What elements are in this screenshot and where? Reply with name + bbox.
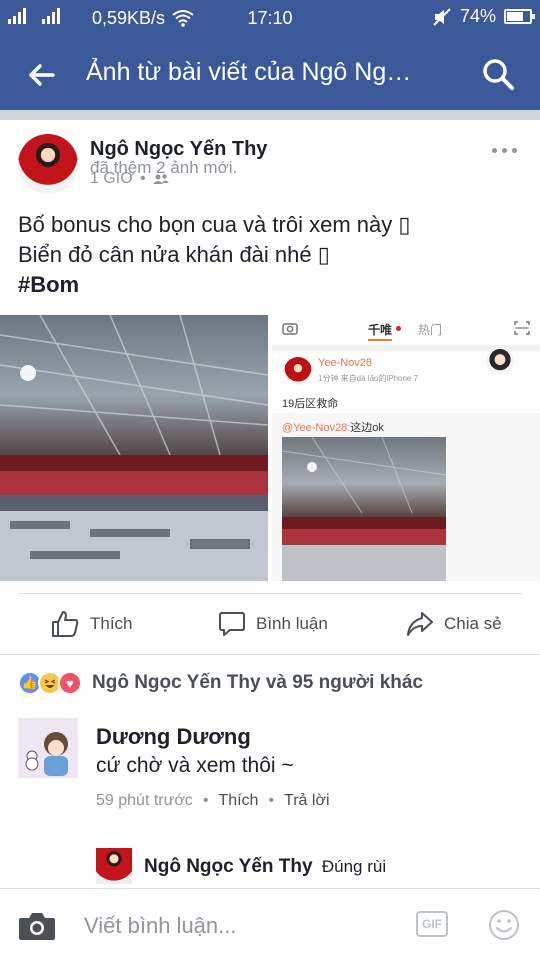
comment-reply-link[interactable]: Trả lời [284, 792, 329, 810]
screenshot-user-avatar [284, 357, 312, 385]
screenshot-post-text: 19后区救命 [282, 398, 339, 410]
reply-author-avatar[interactable] [96, 848, 132, 884]
comment-bubble-icon [219, 612, 245, 636]
status-bar: 0,59KB/s 17:10 74% [0, 0, 540, 38]
battery-percent: 74% [459, 6, 496, 26]
love-reaction-icon: ♥ [58, 671, 82, 695]
post-action-text: đã thêm 2 ảnh mới. [90, 158, 238, 177]
comment-label: Bình luận [256, 614, 328, 633]
hashtag-link[interactable]: #Bom [18, 270, 528, 300]
share-button[interactable]: Chia sẻ [406, 594, 502, 654]
reply: Ngô Ngọc Yến Thy Đúng rùi [144, 856, 386, 878]
status-right: 74% [432, 6, 535, 27]
camera-icon[interactable] [18, 911, 56, 941]
post-meta: 1 GIỜ • [90, 170, 170, 188]
page-title: Ảnh từ bài viết của Ngô Ng… [86, 58, 412, 86]
screenshot-other-avatar [486, 347, 514, 375]
screenshot-stadium-image [282, 437, 446, 581]
meta-dot: • [139, 170, 146, 187]
screenshot-post-meta: 1分钟 来自dà lǎo的iPhone 7 [318, 374, 419, 383]
separator [0, 110, 540, 120]
author-avatar[interactable] [18, 134, 78, 194]
post-line-1: Bố bonus cho bọn cua và trôi xem này [18, 212, 399, 237]
emoji-placeholder-icon: ▯ [317, 242, 330, 267]
screenshot-username: Yee-Nov28 [318, 357, 373, 369]
commenter-avatar[interactable] [18, 718, 78, 778]
like-button[interactable]: Thích [50, 594, 133, 654]
scan-icon [514, 321, 530, 335]
back-arrow-icon[interactable] [26, 60, 56, 90]
commenter-name[interactable]: Dương Dương [96, 724, 251, 750]
battery-icon [504, 9, 535, 24]
meta-dot: • [268, 792, 275, 809]
post-header: Ngô Ngọc Yến Thy đã thêm 2 ảnh mới. [90, 138, 470, 177]
screenshot-quote-body: 这边ok [350, 422, 384, 434]
comment-button[interactable]: Bình luận [218, 594, 328, 654]
reactions-text: Ngô Ngọc Yến Thy và 95 người khác [92, 672, 423, 693]
emoji-placeholder-icon: ▯ [398, 212, 411, 237]
post-time[interactable]: 1 GIỜ [90, 170, 134, 188]
reply-author-name[interactable]: Ngô Ngọc Yến Thy [144, 856, 313, 877]
post-card: Ngô Ngọc Yến Thy đã thêm 2 ảnh mới. 1 GI… [0, 120, 540, 890]
like-label: Thích [90, 614, 133, 633]
reply-text: Đúng rùi [321, 857, 387, 876]
screenshot-tabs: 千唯 热门 [272, 315, 540, 345]
mute-icon [433, 7, 451, 26]
screenshot-tab-active: 千唯 [368, 323, 393, 337]
comment-text: cứ chờ và xem thôi ~ [96, 754, 294, 777]
share-label: Chia sẻ [444, 614, 502, 633]
comment-time: 59 phút trước [96, 792, 193, 809]
gif-button[interactable]: GIF [416, 911, 448, 937]
meta-dot: • [202, 792, 209, 809]
notification-dot [396, 326, 401, 331]
comment-composer: Viết bình luận... GIF [0, 888, 540, 960]
post-photo-screenshot[interactable]: 千唯 热门 Yee-Nov28 1分钟 来自dà lǎo的iPhone 7 19… [272, 315, 540, 581]
comment-input[interactable]: Viết bình luận... [84, 913, 237, 939]
emoji-smile-icon[interactable] [488, 909, 520, 941]
comment-meta: 59 phút trước • Thích • Trả lời [96, 792, 330, 810]
friends-privacy-icon [152, 174, 169, 184]
divider [0, 654, 540, 655]
app-bar: Ảnh từ bài viết của Ngô Ng… [0, 38, 540, 110]
screenshot-quote-text: @Yee-Nov28:这边ok [282, 419, 384, 435]
more-options-icon[interactable] [492, 148, 517, 153]
post-photo-stadium[interactable] [0, 315, 268, 581]
post-line-2: Biển đỏ cân nửa khán đài nhé [18, 242, 318, 267]
screenshot-tab-hot: 热门 [418, 323, 443, 337]
tab-underline [368, 339, 392, 341]
camera-icon [282, 323, 298, 335]
comment-like-link[interactable]: Thích [218, 792, 258, 810]
like-thumb-icon [52, 611, 79, 637]
share-arrow-icon [407, 612, 433, 636]
post-actions: Thích Bình luận Chia sẻ [0, 594, 540, 654]
screenshot-mention: @Yee-Nov28: [282, 422, 351, 434]
search-icon[interactable] [480, 56, 516, 92]
reactions-summary[interactable]: 👍 ♥ Ngô Ngọc Yến Thy và 95 người khác [18, 668, 423, 698]
post-body: Bố bonus cho bọn cua và trôi xem này ▯ B… [18, 210, 528, 300]
